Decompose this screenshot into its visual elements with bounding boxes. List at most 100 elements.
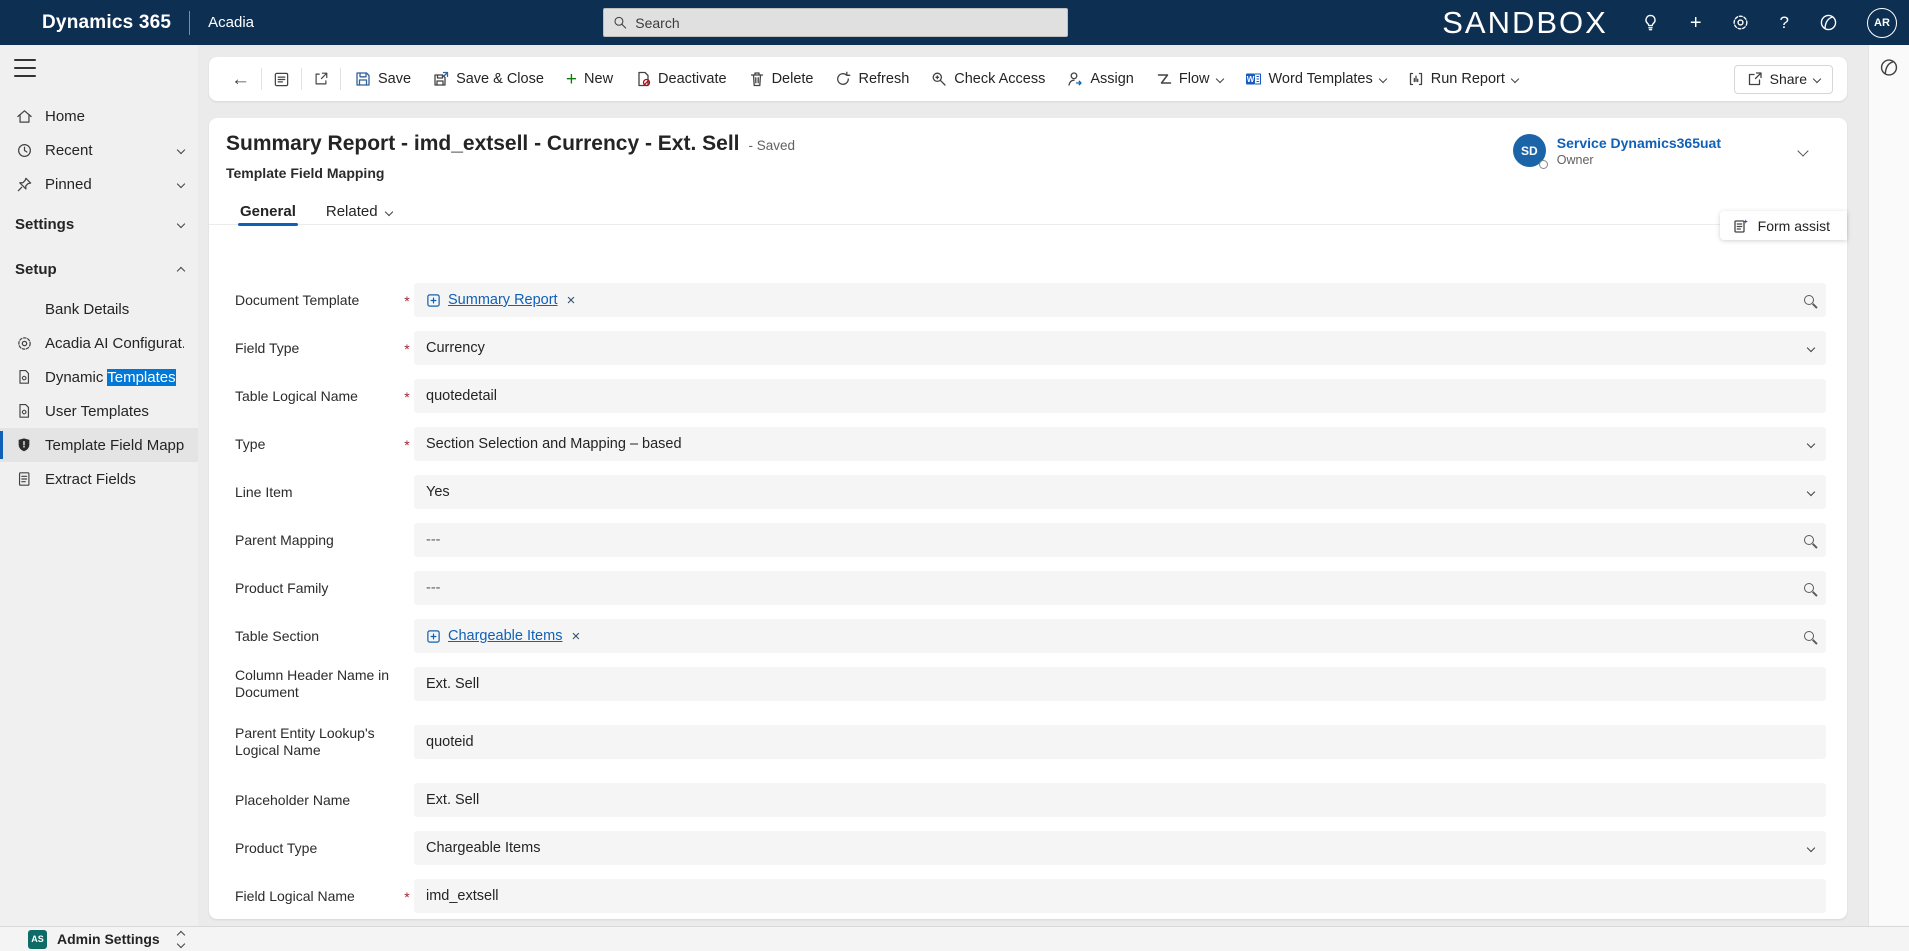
field-list: Document Template * Summary Report × Fie… — [209, 225, 1847, 913]
back-button[interactable]: ← — [223, 62, 258, 96]
gear-icon[interactable] — [1731, 13, 1751, 33]
field-label: Document Template — [235, 291, 360, 308]
sidebar-group-settings[interactable]: Settings — [0, 207, 198, 241]
sidebar-item-pinned[interactable]: Pinned — [0, 167, 198, 201]
word-templates-button[interactable]: W Word Templates — [1234, 62, 1397, 96]
field-type-select[interactable]: Currency — [414, 331, 1826, 365]
tab-general[interactable]: General — [238, 198, 298, 226]
extract-icon — [15, 470, 33, 488]
sidebar-item-template-field-mapping[interactable]: Template Field Mapp... — [0, 428, 198, 462]
global-search-box[interactable] — [603, 8, 1068, 37]
field-label: Field Logical Name — [235, 887, 355, 904]
deactivate-button[interactable]: Deactivate — [624, 62, 738, 96]
form-assist-button[interactable]: Form assist — [1719, 211, 1847, 240]
form-header: Summary Report - imd_extsell - Currency … — [209, 118, 1847, 240]
updown-icon[interactable] — [176, 930, 185, 948]
sidebar-item-dynamic-templates[interactable]: Dynamic Templates — [0, 360, 198, 394]
field-row-product-type: Product Type Chargeable Items — [235, 831, 1826, 865]
remove-icon[interactable]: × — [571, 628, 580, 645]
sidebar-item-extract-fields[interactable]: Extract Fields — [0, 462, 198, 496]
sidebar-item-recent[interactable]: Recent — [0, 133, 198, 167]
share-button[interactable]: Share — [1733, 64, 1833, 94]
required-indicator: * — [404, 293, 410, 309]
chevron-down-icon[interactable] — [176, 145, 186, 155]
hamburger-icon[interactable] — [14, 59, 36, 77]
sidebar-item-user-templates[interactable]: User Templates — [0, 394, 198, 428]
sidebar-group-setup[interactable]: Setup — [0, 252, 198, 286]
chevron-down-icon[interactable] — [176, 179, 186, 189]
gear-icon — [15, 334, 33, 352]
help-icon[interactable]: ? — [1780, 14, 1789, 31]
shield-icon — [15, 436, 33, 454]
search-icon[interactable] — [1804, 535, 1814, 545]
placeholder-name-input[interactable]: Ext. Sell — [414, 783, 1826, 817]
lightbulb-icon[interactable] — [1641, 13, 1661, 33]
field-label: Table Logical Name — [235, 387, 358, 404]
form-view-button[interactable] — [265, 62, 298, 96]
field-row-column-header-name: Column Header Name in Document Ext. Sell — [235, 667, 1826, 701]
lookup-pill: Summary Report × — [426, 292, 575, 309]
refresh-button[interactable]: Refresh — [824, 62, 920, 96]
tab-related[interactable]: Related — [326, 198, 393, 225]
table-logical-name-input[interactable]: quotedetail — [414, 379, 1826, 413]
run-report-button[interactable]: Run Report — [1397, 62, 1529, 96]
chevron-down-icon — [1215, 74, 1224, 84]
status-footer: AS Admin Settings — [0, 926, 1909, 951]
app-name[interactable]: Acadia — [208, 14, 254, 31]
user-avatar[interactable]: AR — [1867, 7, 1897, 38]
check-access-button[interactable]: Check Access — [920, 62, 1056, 96]
owner-name-link[interactable]: Service Dynamics365uat — [1557, 135, 1721, 151]
required-indicator — [400, 491, 414, 493]
owner-block[interactable]: SD Service Dynamics365uat Owner — [1512, 134, 1809, 169]
global-search-input[interactable] — [635, 14, 1058, 31]
flow-button[interactable]: Flow — [1145, 62, 1234, 96]
search-icon[interactable] — [1804, 295, 1814, 305]
save-button[interactable]: Save — [344, 62, 422, 96]
parent-entity-lookup-input[interactable]: quoteid — [414, 725, 1826, 759]
owner-role-label: Owner — [1556, 152, 1594, 167]
sidebar-item-acadia-ai-configuration[interactable]: Acadia AI Configurat... — [0, 326, 198, 360]
popout-icon — [315, 72, 328, 85]
search-icon[interactable] — [1804, 583, 1814, 593]
admin-avatar[interactable]: AS — [28, 929, 47, 949]
column-header-name-input[interactable]: Ext. Sell — [414, 667, 1826, 701]
popout-button[interactable] — [305, 62, 337, 96]
copilot-icon[interactable] — [1879, 57, 1899, 77]
field-row-field-type: Field Type * Currency — [235, 331, 1826, 365]
copilot-rail — [1868, 45, 1909, 926]
delete-button[interactable]: Delete — [738, 62, 825, 96]
search-icon[interactable] — [1804, 631, 1814, 641]
parent-mapping-lookup[interactable]: --- — [414, 523, 1826, 557]
required-indicator: * — [404, 341, 410, 357]
field-row-table-logical-name: Table Logical Name * quotedetail — [235, 379, 1826, 413]
sidebar-item-home[interactable]: Home — [0, 99, 198, 133]
sidebar-item-bank-details[interactable]: Bank Details — [0, 292, 198, 326]
quick-create-plus-icon[interactable]: + — [1690, 13, 1702, 33]
product-family-lookup[interactable]: --- — [414, 571, 1826, 605]
required-indicator: * — [404, 389, 410, 405]
chevron-down-icon — [1812, 74, 1822, 84]
field-row-product-family: Product Family --- — [235, 571, 1826, 605]
save-and-close-button[interactable]: Save & Close — [422, 62, 555, 96]
table-section-lookup[interactable]: Chargeable Items × — [414, 619, 1826, 653]
line-item-select[interactable]: Yes — [414, 475, 1826, 509]
field-logical-name-input[interactable]: imd_extsell — [414, 879, 1826, 913]
required-indicator — [400, 587, 414, 589]
dynamics-365-brand[interactable]: Dynamics 365 — [42, 12, 171, 34]
copilot-icon[interactable] — [1818, 13, 1838, 33]
entity-type-label: Template Field Mapping — [226, 165, 385, 181]
remove-icon[interactable]: × — [567, 292, 576, 309]
chevron-down-icon[interactable] — [1797, 144, 1809, 157]
product-type-select[interactable]: Chargeable Items — [414, 831, 1826, 865]
chevron-down-icon — [1806, 843, 1816, 853]
lookup-record-link[interactable]: Chargeable Items — [448, 628, 562, 644]
lookup-record-link[interactable]: Summary Report — [448, 292, 558, 308]
chevron-down-icon — [1806, 487, 1816, 497]
required-indicator — [400, 847, 414, 849]
field-label: Column Header Name in Document — [235, 667, 390, 700]
new-button[interactable]: + New — [555, 62, 624, 96]
assign-button[interactable]: Assign — [1056, 62, 1145, 96]
owner-avatar: SD — [1512, 134, 1548, 169]
type-select[interactable]: Section Selection and Mapping – based — [414, 427, 1826, 461]
document-template-lookup[interactable]: Summary Report × — [414, 283, 1826, 317]
